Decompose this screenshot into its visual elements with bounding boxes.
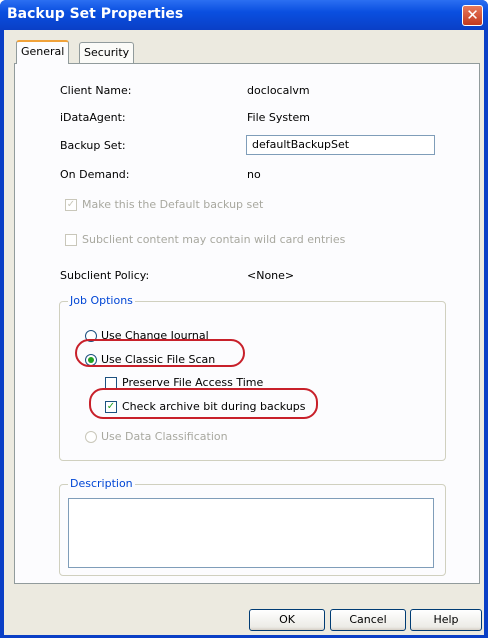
classic-file-scan-highlight [75, 339, 245, 367]
tab-security-label: Security [84, 46, 130, 59]
use-data-classification-radio[interactable] [85, 431, 97, 443]
subclient-policy-label: Subclient Policy: [60, 269, 150, 282]
job-options-legend: Job Options [68, 294, 135, 307]
close-icon[interactable]: ✕ [462, 5, 483, 26]
dialog-title: Backup Set Properties [7, 6, 184, 22]
description-legend: Description [68, 477, 135, 490]
client-name-label: Client Name: [60, 84, 132, 97]
description-group: Description [59, 477, 446, 576]
title-bar[interactable]: Backup Set Properties ✕ [0, 0, 488, 30]
use-data-classification-label: Use Data Classification [101, 430, 228, 443]
backup-set-field[interactable]: defaultBackupSet [246, 135, 435, 155]
tab-security[interactable]: Security [79, 42, 135, 63]
on-demand-value: no [247, 168, 261, 181]
wildcard-checkbox[interactable] [65, 234, 77, 246]
default-backup-set-label: Make this the Default backup set [82, 198, 264, 211]
tab-general[interactable]: General [16, 40, 70, 64]
backup-set-properties-dialog: Backup Set Properties ✕ General Security… [0, 0, 488, 638]
default-backup-set-checkbox[interactable]: ✓ [65, 199, 77, 211]
wildcard-label: Subclient content may contain wild card … [82, 233, 346, 246]
general-tab-panel: Client Name: doclocalvm iDataAgent: File… [14, 63, 480, 584]
idataagent-value: File System [247, 111, 310, 124]
description-textarea[interactable] [68, 498, 434, 568]
dialog-body: General Security Client Name: doclocalvm… [4, 30, 484, 635]
cancel-button[interactable]: Cancel [330, 609, 406, 631]
tab-general-label: General [21, 45, 65, 58]
archive-bit-highlight [89, 388, 318, 419]
on-demand-label: On Demand: [60, 168, 130, 181]
client-name-value: doclocalvm [247, 84, 310, 97]
backup-set-label: Backup Set: [60, 139, 126, 152]
job-options-group: Job Options Use Change Journal Use Class… [59, 294, 446, 461]
ok-button[interactable]: OK [249, 609, 325, 631]
idataagent-label: iDataAgent: [60, 111, 126, 124]
subclient-policy-value[interactable]: <None> [247, 269, 294, 282]
help-button[interactable]: Help [410, 609, 482, 631]
